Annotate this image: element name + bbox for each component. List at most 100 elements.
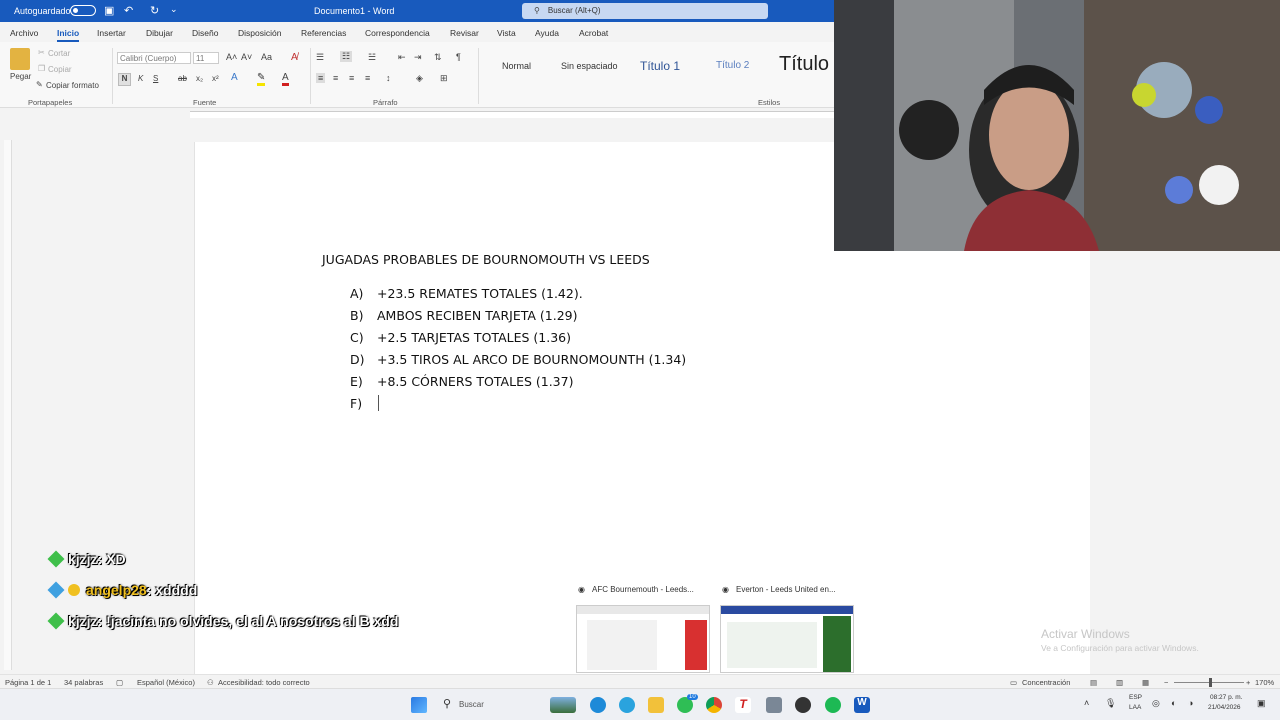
format-painter-icon[interactable]: ✎: [36, 80, 43, 89]
copy-button[interactable]: Copiar: [48, 65, 72, 74]
font-size-select[interactable]: 11: [193, 52, 219, 64]
windows-start-icon[interactable]: [411, 697, 427, 713]
zoom-slider-thumb[interactable]: [1209, 678, 1212, 687]
notification-icon[interactable]: ▣: [1257, 698, 1266, 709]
preview-thumbnail-everton[interactable]: [720, 605, 854, 673]
tab-insertar[interactable]: Insertar: [97, 28, 126, 38]
zoom-out-icon[interactable]: −: [1164, 678, 1168, 687]
web-layout-icon[interactable]: ▦: [1142, 678, 1149, 687]
focus-icon[interactable]: ▭: [1010, 678, 1017, 687]
subscript-icon[interactable]: x₂: [196, 74, 203, 83]
accessibility-status[interactable]: Accesibilidad: todo correcto: [218, 678, 310, 687]
proofing-icon[interactable]: ▢: [116, 678, 123, 687]
read-mode-icon[interactable]: ▤: [1090, 678, 1097, 687]
text-app-icon[interactable]: T: [735, 697, 751, 713]
language-status[interactable]: Español (México): [137, 678, 195, 687]
zoom-level[interactable]: 170%: [1255, 678, 1274, 687]
paste-button[interactable]: Pegar: [10, 72, 31, 81]
microphone-icon[interactable]: 🎙: [1105, 698, 1116, 709]
superscript-icon[interactable]: x²: [212, 74, 219, 83]
volume-icon[interactable]: ◐: [1171, 698, 1176, 708]
file-explorer-icon[interactable]: [648, 697, 664, 713]
taskbar-search-icon[interactable]: ⚲: [443, 697, 451, 710]
justify-icon[interactable]: ≡: [365, 73, 370, 83]
change-case-icon[interactable]: Aa: [261, 52, 272, 62]
edge-icon[interactable]: [590, 697, 606, 713]
tab-archivo[interactable]: Archivo: [10, 28, 38, 38]
clear-format-icon[interactable]: A̸: [291, 52, 298, 63]
multilevel-list-icon[interactable]: ☱: [368, 52, 376, 63]
tab-ayuda[interactable]: Ayuda: [535, 28, 559, 38]
language-indicator-top[interactable]: ESP: [1129, 694, 1142, 701]
tab-revisar[interactable]: Revisar: [450, 28, 479, 38]
telegram-icon[interactable]: [619, 697, 635, 713]
print-layout-icon[interactable]: ▥: [1116, 678, 1123, 687]
page-count[interactable]: Página 1 de 1: [5, 678, 51, 687]
customize-toolbar-icon[interactable]: ⌄: [170, 4, 178, 15]
preview-thumbnail-bournemouth[interactable]: [576, 605, 710, 673]
numbering-icon[interactable]: ☷: [340, 51, 353, 62]
tab-diseno[interactable]: Diseño: [192, 28, 218, 38]
redo-icon[interactable]: ↻: [150, 4, 159, 17]
align-right-icon[interactable]: ≡: [349, 73, 354, 83]
show-marks-icon[interactable]: ¶: [456, 52, 461, 62]
shrink-font-icon[interactable]: A˅: [241, 52, 252, 62]
shading-icon[interactable]: ◈: [416, 73, 423, 84]
undo-icon[interactable]: ↶: [124, 4, 133, 17]
clock-time[interactable]: 08:27 p. m.: [1210, 694, 1243, 701]
battery-icon[interactable]: ◑: [1188, 698, 1193, 708]
focus-mode[interactable]: Concentración: [1022, 678, 1070, 687]
style-sin-espaciado[interactable]: Sin espaciado: [561, 61, 618, 71]
underline-icon[interactable]: S: [153, 74, 158, 83]
search-box[interactable]: ⚲ Buscar (Alt+Q): [522, 3, 768, 19]
preview-title-everton[interactable]: Everton - Leeds United en...: [736, 585, 836, 594]
tab-inicio[interactable]: Inicio: [57, 28, 80, 42]
tab-acrobat[interactable]: Acrobat: [579, 28, 608, 38]
copy-icon[interactable]: ❐: [38, 64, 45, 73]
increase-indent-icon[interactable]: ⇥: [414, 52, 422, 63]
font-family-select[interactable]: Calibri (Cuerpo): [117, 52, 191, 64]
bullets-icon[interactable]: ☰: [316, 52, 324, 63]
zoom-in-icon[interactable]: +: [1246, 678, 1250, 687]
line-spacing-icon[interactable]: ↕: [386, 73, 391, 83]
borders-icon[interactable]: ⊞: [440, 73, 448, 84]
preview-title-bournemouth[interactable]: AFC Bournemouth - Leeds...: [592, 585, 694, 594]
clock-date[interactable]: 21/04/2026: [1208, 704, 1241, 711]
obs-icon[interactable]: [795, 697, 811, 713]
word-count[interactable]: 34 palabras: [64, 678, 103, 687]
word-icon[interactable]: W: [854, 697, 870, 713]
language-indicator-bottom[interactable]: LAA: [1129, 704, 1141, 711]
cut-button[interactable]: Cortar: [48, 49, 70, 58]
paste-icon[interactable]: [10, 48, 30, 70]
text-effects-icon[interactable]: A: [231, 72, 238, 83]
cut-icon[interactable]: ✂: [38, 48, 45, 57]
sort-icon[interactable]: ⇅: [434, 52, 442, 63]
style-titulo[interactable]: Título: [779, 53, 829, 76]
bold-icon[interactable]: N: [118, 73, 131, 86]
save-icon[interactable]: ▣: [104, 4, 114, 17]
autosave-toggle[interactable]: [70, 5, 96, 16]
tab-dibujar[interactable]: Dibujar: [146, 28, 173, 38]
tab-disposicion[interactable]: Disposición: [238, 28, 281, 38]
taskbar-search[interactable]: Buscar: [459, 700, 484, 709]
tab-referencias[interactable]: Referencias: [301, 28, 346, 38]
style-titulo-2[interactable]: Título 2: [716, 60, 749, 71]
decrease-indent-icon[interactable]: ⇤: [398, 52, 406, 63]
strikethrough-icon[interactable]: ab: [178, 74, 187, 83]
italic-icon[interactable]: K: [138, 74, 143, 83]
grow-font-icon[interactable]: A˄: [226, 52, 237, 62]
tab-correspondencia[interactable]: Correspondencia: [365, 28, 430, 38]
tray-chevron-icon[interactable]: ˄: [1084, 698, 1089, 708]
widget-icon[interactable]: [550, 697, 576, 713]
style-titulo-1[interactable]: Título 1: [640, 59, 680, 73]
tab-vista[interactable]: Vista: [497, 28, 516, 38]
format-painter-button[interactable]: Copiar formato: [46, 81, 99, 90]
align-left-icon[interactable]: ≡: [316, 73, 326, 83]
font-color-icon[interactable]: A: [282, 72, 289, 86]
chrome-taskbar-icon[interactable]: [706, 697, 722, 713]
align-center-icon[interactable]: ≡: [333, 73, 338, 83]
accessibility-icon[interactable]: ⚇: [207, 678, 214, 687]
spotify-icon[interactable]: [825, 697, 841, 713]
style-normal[interactable]: Normal: [502, 61, 531, 71]
network-icon[interactable]: ◎: [1152, 698, 1160, 709]
